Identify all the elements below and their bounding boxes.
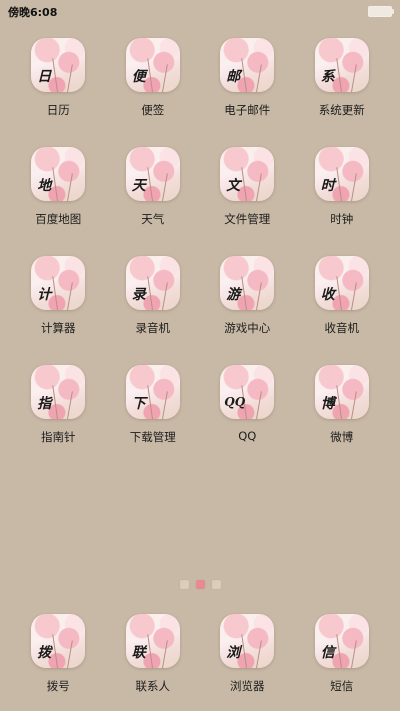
notes-icon: 便 xyxy=(125,38,180,92)
file-manager-icon: 文 xyxy=(220,147,275,201)
page-dot-3[interactable] xyxy=(211,580,221,589)
app-grid: 日 日历 便 便签 邮 电子邮件 系 系统更新 地 百度地图 天 天气 文 文件… xyxy=(11,38,389,474)
app-radio[interactable]: 收 收音机 xyxy=(295,256,390,365)
dock: 拨 拨号 联 联系人 浏 浏览器 信 短信 xyxy=(11,614,389,694)
app-label: 日历 xyxy=(46,103,70,117)
messages-icon: 信 xyxy=(314,614,369,668)
app-email[interactable]: 邮 电子邮件 xyxy=(200,38,295,147)
page-indicator[interactable] xyxy=(0,580,400,589)
weather-icon: 天 xyxy=(125,147,180,201)
app-compass[interactable]: 指 指南针 xyxy=(11,365,106,474)
app-label: 录音机 xyxy=(135,321,171,335)
app-baidu-map[interactable]: 地 百度地图 xyxy=(11,147,106,256)
app-calendar[interactable]: 日 日历 xyxy=(11,38,106,147)
app-qq[interactable]: QQ QQ xyxy=(200,365,295,474)
app-label: 系统更新 xyxy=(318,103,365,117)
app-clock[interactable]: 时 时钟 xyxy=(295,147,390,256)
page-dot-2-active[interactable] xyxy=(195,580,205,589)
app-label: 百度地图 xyxy=(35,212,82,226)
app-label: 浏览器 xyxy=(230,679,265,693)
clock-icon: 时 xyxy=(314,147,369,201)
app-weibo[interactable]: 博 微博 xyxy=(295,365,390,474)
browser-icon: 浏 xyxy=(220,614,275,668)
app-label: 短信 xyxy=(330,679,354,693)
app-dialer[interactable]: 拨 拨号 xyxy=(11,614,106,694)
status-time: 傍晚6:08 xyxy=(8,6,58,19)
compass-icon: 指 xyxy=(31,365,86,419)
app-label: 下载管理 xyxy=(129,430,176,444)
calculator-icon: 计 xyxy=(31,256,86,310)
download-icon: 下 xyxy=(125,365,180,419)
weibo-icon: 博 xyxy=(314,365,369,419)
app-label: 天气 xyxy=(141,212,165,226)
app-label: 拨号 xyxy=(46,679,70,693)
qq-icon: QQ xyxy=(220,365,275,419)
battery-icon xyxy=(368,6,394,17)
page-dot-1[interactable] xyxy=(179,580,189,589)
app-label: 指南针 xyxy=(41,430,76,444)
contacts-icon: 联 xyxy=(125,614,180,668)
app-browser[interactable]: 浏 浏览器 xyxy=(200,614,295,694)
app-label: 时钟 xyxy=(330,212,354,226)
app-label: 微博 xyxy=(330,430,354,444)
app-file-manager[interactable]: 文 文件管理 xyxy=(200,147,295,256)
app-label: 收音机 xyxy=(324,321,360,335)
dialer-icon: 拨 xyxy=(31,614,86,668)
app-weather[interactable]: 天 天气 xyxy=(106,147,201,256)
app-label: 电子邮件 xyxy=(224,103,271,117)
app-label: 文件管理 xyxy=(224,212,271,226)
app-messages[interactable]: 信 短信 xyxy=(295,614,390,694)
status-bar: 傍晚6:08 xyxy=(0,0,400,22)
map-icon: 地 xyxy=(31,147,86,201)
calendar-icon: 日 xyxy=(31,38,86,92)
app-system-update[interactable]: 系 系统更新 xyxy=(295,38,390,147)
app-label: 游戏中心 xyxy=(224,321,271,335)
app-label: 计算器 xyxy=(41,321,76,335)
system-update-icon: 系 xyxy=(314,38,369,92)
app-download-manager[interactable]: 下 下载管理 xyxy=(106,365,201,474)
app-calculator[interactable]: 计 计算器 xyxy=(11,256,106,365)
app-notes[interactable]: 便 便签 xyxy=(106,38,201,147)
radio-icon: 收 xyxy=(314,256,369,310)
app-game-center[interactable]: 游 游戏中心 xyxy=(200,256,295,365)
app-label: 联系人 xyxy=(135,679,171,693)
app-contacts[interactable]: 联 联系人 xyxy=(106,614,201,694)
email-icon: 邮 xyxy=(220,38,275,92)
game-center-icon: 游 xyxy=(220,256,275,310)
app-label: QQ xyxy=(238,429,257,443)
recorder-icon: 录 xyxy=(125,256,180,310)
app-label: 便签 xyxy=(141,103,165,117)
app-recorder[interactable]: 录 录音机 xyxy=(106,256,201,365)
